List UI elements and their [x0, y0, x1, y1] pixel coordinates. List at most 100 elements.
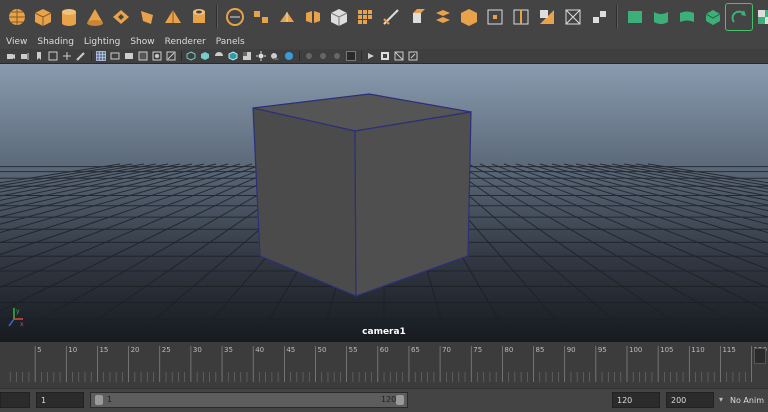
uv-checker-icon[interactable] — [752, 4, 768, 30]
poly-cone-icon[interactable] — [82, 4, 108, 30]
image-plane-icon[interactable] — [48, 51, 58, 61]
time-tick-label: 20 — [131, 346, 140, 354]
anim-end-field[interactable]: 200 — [666, 392, 714, 408]
time-tick-label: 70 — [442, 346, 451, 354]
camera-attributes-icon[interactable] — [20, 51, 30, 61]
menu-renderer[interactable]: Renderer — [165, 37, 206, 47]
xray-icon[interactable] — [366, 51, 376, 61]
start-frame-field[interactable]: 1 — [36, 392, 84, 408]
grid-icon[interactable] — [96, 51, 106, 61]
motion-blur-icon[interactable] — [304, 51, 314, 61]
menu-show[interactable]: Show — [130, 37, 154, 47]
poly-cube[interactable] — [252, 93, 472, 297]
end-frame-field[interactable]: 120 — [612, 392, 660, 408]
time-tick-label: 60 — [380, 346, 389, 354]
svg-text:y: y — [16, 308, 20, 315]
toolbar-separator — [361, 51, 362, 61]
smooth-shade-icon[interactable] — [200, 51, 210, 61]
grease-pencil-icon[interactable] — [76, 51, 86, 61]
time-tick-label: 40 — [255, 346, 264, 354]
multi-cut-icon[interactable] — [378, 4, 404, 30]
toolbar-separator — [91, 51, 92, 61]
perspective-viewport[interactable]: y x camera1 — [0, 63, 768, 342]
reduce-icon[interactable] — [352, 4, 378, 30]
poly-torus-icon[interactable] — [108, 4, 134, 30]
poly-plane-icon[interactable] — [134, 4, 160, 30]
time-slider[interactable]: 5 10 15 20 25 30 35 40 45 50 55 60 65 70 75 80 85 90 95 100… — [0, 342, 768, 388]
time-tick-label: 35 — [224, 346, 233, 354]
xray-joints-icon[interactable] — [380, 51, 390, 61]
use-all-lights-icon[interactable] — [256, 51, 266, 61]
menu-lighting[interactable]: Lighting — [84, 37, 120, 47]
textured-icon[interactable] — [242, 51, 252, 61]
time-tick-label: 100 — [629, 346, 642, 354]
uv-automatic-icon[interactable] — [700, 4, 726, 30]
uv-cut-sew-icon[interactable] — [725, 3, 753, 31]
time-tick-label: 45 — [286, 346, 295, 354]
menu-shading[interactable]: Shading — [37, 37, 74, 47]
screen-space-ao-icon[interactable] — [284, 51, 294, 61]
range-slider[interactable]: 1 120 — [90, 392, 408, 408]
smooth-icon[interactable] — [326, 4, 352, 30]
mirror-icon[interactable] — [300, 4, 326, 30]
poly-cylinder-icon[interactable] — [56, 4, 82, 30]
uv-spherical-icon[interactable] — [674, 4, 700, 30]
hud-icon[interactable] — [408, 51, 418, 61]
camera-name-label: camera1 — [362, 327, 406, 337]
fill-hole-icon[interactable] — [534, 4, 560, 30]
poly-sphere-icon[interactable] — [4, 4, 30, 30]
uv-cylindrical-icon[interactable] — [648, 4, 674, 30]
current-frame-field[interactable] — [754, 348, 766, 364]
isolate-select-icon[interactable] — [346, 51, 356, 61]
menu-panels[interactable]: Panels — [216, 37, 245, 47]
depth-of-field-icon[interactable] — [332, 51, 342, 61]
field-chart-icon[interactable] — [152, 51, 162, 61]
menu-view[interactable]: View — [6, 37, 27, 47]
poly-cube-icon[interactable] — [30, 4, 56, 30]
uv-planar-icon[interactable] — [622, 4, 648, 30]
anti-aliasing-icon[interactable] — [318, 51, 328, 61]
time-tick-label: 105 — [660, 346, 673, 354]
select-camera-icon[interactable] — [6, 51, 16, 61]
bevel-icon[interactable] — [456, 4, 482, 30]
time-tick-label: 15 — [99, 346, 108, 354]
time-tick-label: 80 — [504, 346, 513, 354]
safe-action-icon[interactable] — [166, 51, 176, 61]
poly-pipe-icon[interactable] — [186, 4, 212, 30]
time-tick-label: 30 — [193, 346, 202, 354]
resolution-gate-icon[interactable] — [124, 51, 134, 61]
wireframe-icon[interactable] — [186, 51, 196, 61]
range-end-handle[interactable] — [396, 395, 404, 405]
panel-menu-bar: View Shading Lighting Show Renderer Pane… — [0, 35, 768, 49]
extract-icon[interactable] — [274, 4, 300, 30]
playback-start-marker[interactable] — [0, 392, 30, 408]
time-tick-label: 90 — [567, 346, 576, 354]
film-gate-icon[interactable] — [110, 51, 120, 61]
range-start-handle[interactable] — [95, 395, 103, 405]
shadows-icon[interactable] — [270, 51, 280, 61]
range-end-value: 120 — [381, 395, 397, 404]
separate-icon[interactable] — [248, 4, 274, 30]
two-d-pan-icon[interactable] — [62, 51, 72, 61]
time-tick-label: 25 — [162, 346, 171, 354]
panel-toolbar — [0, 49, 768, 63]
bridge-icon[interactable] — [430, 4, 456, 30]
gate-mask-icon[interactable] — [138, 51, 148, 61]
viewport-scene: y x — [0, 64, 768, 342]
time-tick-label: 95 — [598, 346, 607, 354]
chevron-down-icon[interactable]: ▾ — [716, 393, 726, 407]
xray-components-icon[interactable] — [394, 51, 404, 61]
bridge-edge-icon[interactable] — [482, 4, 508, 30]
extrude-icon[interactable] — [404, 4, 430, 30]
poly-pyramid-icon[interactable] — [160, 4, 186, 30]
wireframe-on-shaded-icon[interactable] — [228, 51, 238, 61]
collapse-icon[interactable] — [586, 4, 612, 30]
default-material-icon[interactable] — [214, 51, 224, 61]
insert-edge-loop-icon[interactable] — [508, 4, 534, 30]
delete-edge-icon[interactable] — [560, 4, 586, 30]
range-start-value: 1 — [107, 395, 113, 404]
anim-layer-dropdown[interactable]: No Anim — [730, 392, 768, 408]
combine-icon[interactable] — [222, 4, 248, 30]
time-tick-label: 55 — [349, 346, 358, 354]
bookmark-icon[interactable] — [34, 51, 44, 61]
